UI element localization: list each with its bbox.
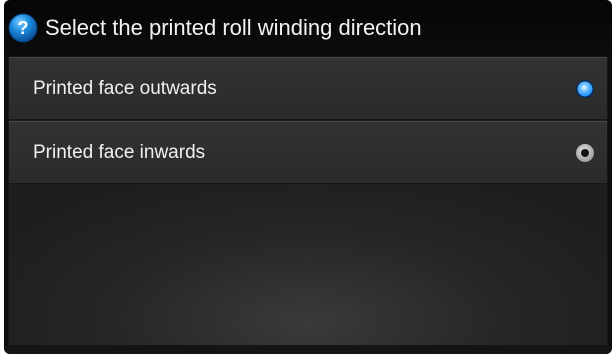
dialog-window: ? Select the printed roll winding direct…	[4, 0, 612, 354]
svg-text:?: ?	[18, 18, 29, 38]
title-bar: ? Select the printed roll winding direct…	[4, 0, 612, 55]
bottom-bar	[4, 346, 612, 354]
option-printed-face-inwards[interactable]: Printed face inwards	[9, 121, 607, 184]
radio-selected-icon[interactable]	[575, 79, 595, 99]
dialog-title: Select the printed roll winding directio…	[45, 14, 422, 40]
help-question-icon[interactable]: ?	[8, 13, 38, 43]
options-list: Printed face outwards Printed face inwar…	[8, 56, 608, 346]
option-label: Printed face inwards	[33, 141, 206, 163]
option-printed-face-outwards[interactable]: Printed face outwards	[9, 57, 607, 120]
option-label: Printed face outwards	[33, 77, 217, 99]
radio-unselected-icon[interactable]	[575, 143, 595, 163]
